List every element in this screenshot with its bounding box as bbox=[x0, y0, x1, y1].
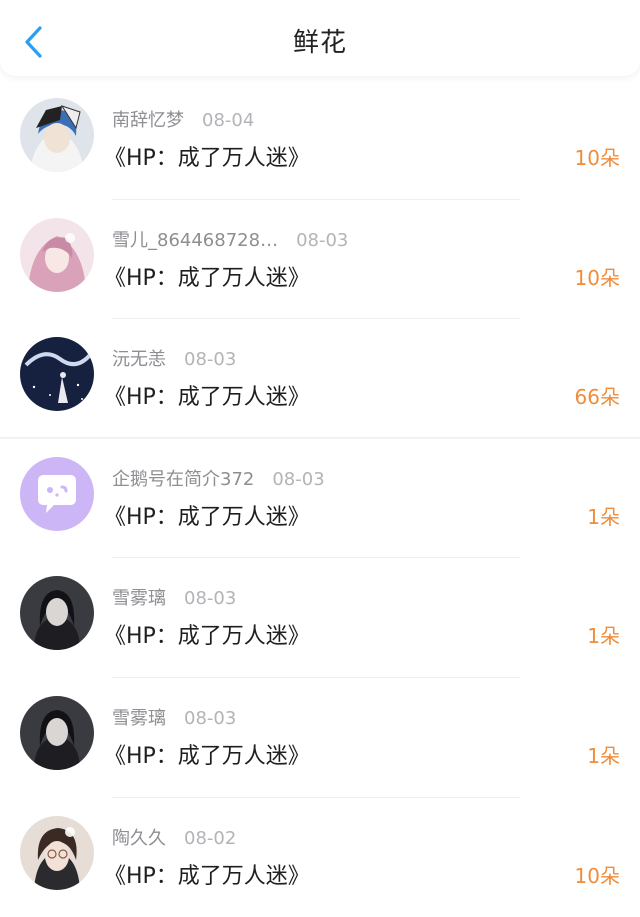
avatar[interactable] bbox=[20, 695, 94, 770]
list-item[interactable]: 陶久久 08-02 《HP：成了万人迷》 10朵 bbox=[0, 798, 640, 917]
gift-date: 08-03 bbox=[184, 707, 237, 729]
book-title[interactable]: 《HP：成了万人迷》 bbox=[104, 379, 310, 411]
username[interactable]: 雪雾璃 bbox=[112, 708, 166, 729]
page-title: 鲜花 bbox=[292, 28, 347, 58]
chat-bubble-icon bbox=[20, 456, 94, 531]
avatar[interactable] bbox=[20, 456, 94, 531]
gift-date: 08-03 bbox=[272, 468, 325, 490]
book-title[interactable]: 《HP：成了万人迷》 bbox=[104, 260, 310, 292]
avatar[interactable] bbox=[20, 98, 94, 172]
book-title[interactable]: 《HP：成了万人迷》 bbox=[104, 738, 310, 770]
book-title[interactable]: 《HP：成了万人迷》 bbox=[104, 618, 310, 650]
list-item[interactable]: 企鹅号在简介372 08-03 《HP：成了万人迷》 1朵 bbox=[0, 439, 640, 559]
flower-gift-list: 南辞忆梦 08-04 《HP：成了万人迷》 10朵 雪儿_864468728… 08… bbox=[0, 80, 640, 917]
list-item[interactable]: 雪雾璃 08-03 《HP：成了万人迷》 1朵 bbox=[0, 678, 640, 798]
gift-meta: 雪雾璃 08-03 bbox=[112, 584, 236, 610]
flower-count: 10朵 bbox=[574, 146, 620, 170]
gift-meta: 南辞忆梦 08-04 bbox=[112, 106, 254, 132]
gift-meta: 沅无恙 08-03 bbox=[112, 345, 236, 371]
list-item[interactable]: 南辞忆梦 08-04 《HP：成了万人迷》 10朵 bbox=[0, 80, 640, 200]
gift-meta: 雪儿_864468728… 08-03 bbox=[112, 226, 348, 252]
username[interactable]: 南辞忆梦 bbox=[112, 110, 184, 131]
gift-meta: 陶久久 08-02 bbox=[112, 824, 236, 850]
gift-meta: 企鹅号在简介372 08-03 bbox=[112, 465, 325, 491]
flower-count: 10朵 bbox=[574, 265, 620, 290]
flower-count: 1朵 bbox=[587, 624, 620, 649]
list-item[interactable]: 雪雾璃 08-03 《HP：成了万人迷》 1朵 bbox=[0, 558, 640, 678]
username[interactable]: 企鹅号在简介372 bbox=[112, 469, 254, 490]
book-title[interactable]: 《HP：成了万人迷》 bbox=[104, 499, 310, 531]
gift-date: 08-03 bbox=[184, 588, 237, 610]
gift-date: 08-03 bbox=[296, 229, 349, 251]
gift-date: 08-04 bbox=[202, 110, 255, 131]
username[interactable]: 陶久久 bbox=[112, 828, 166, 849]
flower-count: 1朵 bbox=[587, 743, 620, 768]
username[interactable]: 沅无恙 bbox=[112, 349, 166, 370]
flower-count: 66朵 bbox=[574, 385, 620, 410]
avatar[interactable] bbox=[20, 815, 94, 890]
flower-count: 10朵 bbox=[574, 863, 620, 888]
list-item[interactable]: 雪儿_864468728… 08-03 《HP：成了万人迷》 10朵 bbox=[0, 200, 640, 320]
top-nav-bar: 鲜花 bbox=[0, 0, 640, 76]
avatar[interactable] bbox=[20, 576, 94, 651]
list-item[interactable]: 沅无恙 08-03 《HP：成了万人迷》 66朵 bbox=[0, 319, 640, 439]
book-title[interactable]: 《HP：成了万人迷》 bbox=[104, 140, 310, 172]
username[interactable]: 雪雾璃 bbox=[112, 588, 166, 609]
flower-count: 1朵 bbox=[587, 504, 620, 529]
gift-meta: 雪雾璃 08-03 bbox=[112, 704, 236, 730]
username[interactable]: 雪儿_864468728… bbox=[112, 230, 278, 251]
gift-date: 08-02 bbox=[184, 827, 237, 849]
book-title[interactable]: 《HP：成了万人迷》 bbox=[104, 858, 310, 890]
avatar[interactable] bbox=[20, 337, 94, 412]
gift-date: 08-03 bbox=[184, 349, 237, 371]
avatar[interactable] bbox=[20, 217, 94, 292]
